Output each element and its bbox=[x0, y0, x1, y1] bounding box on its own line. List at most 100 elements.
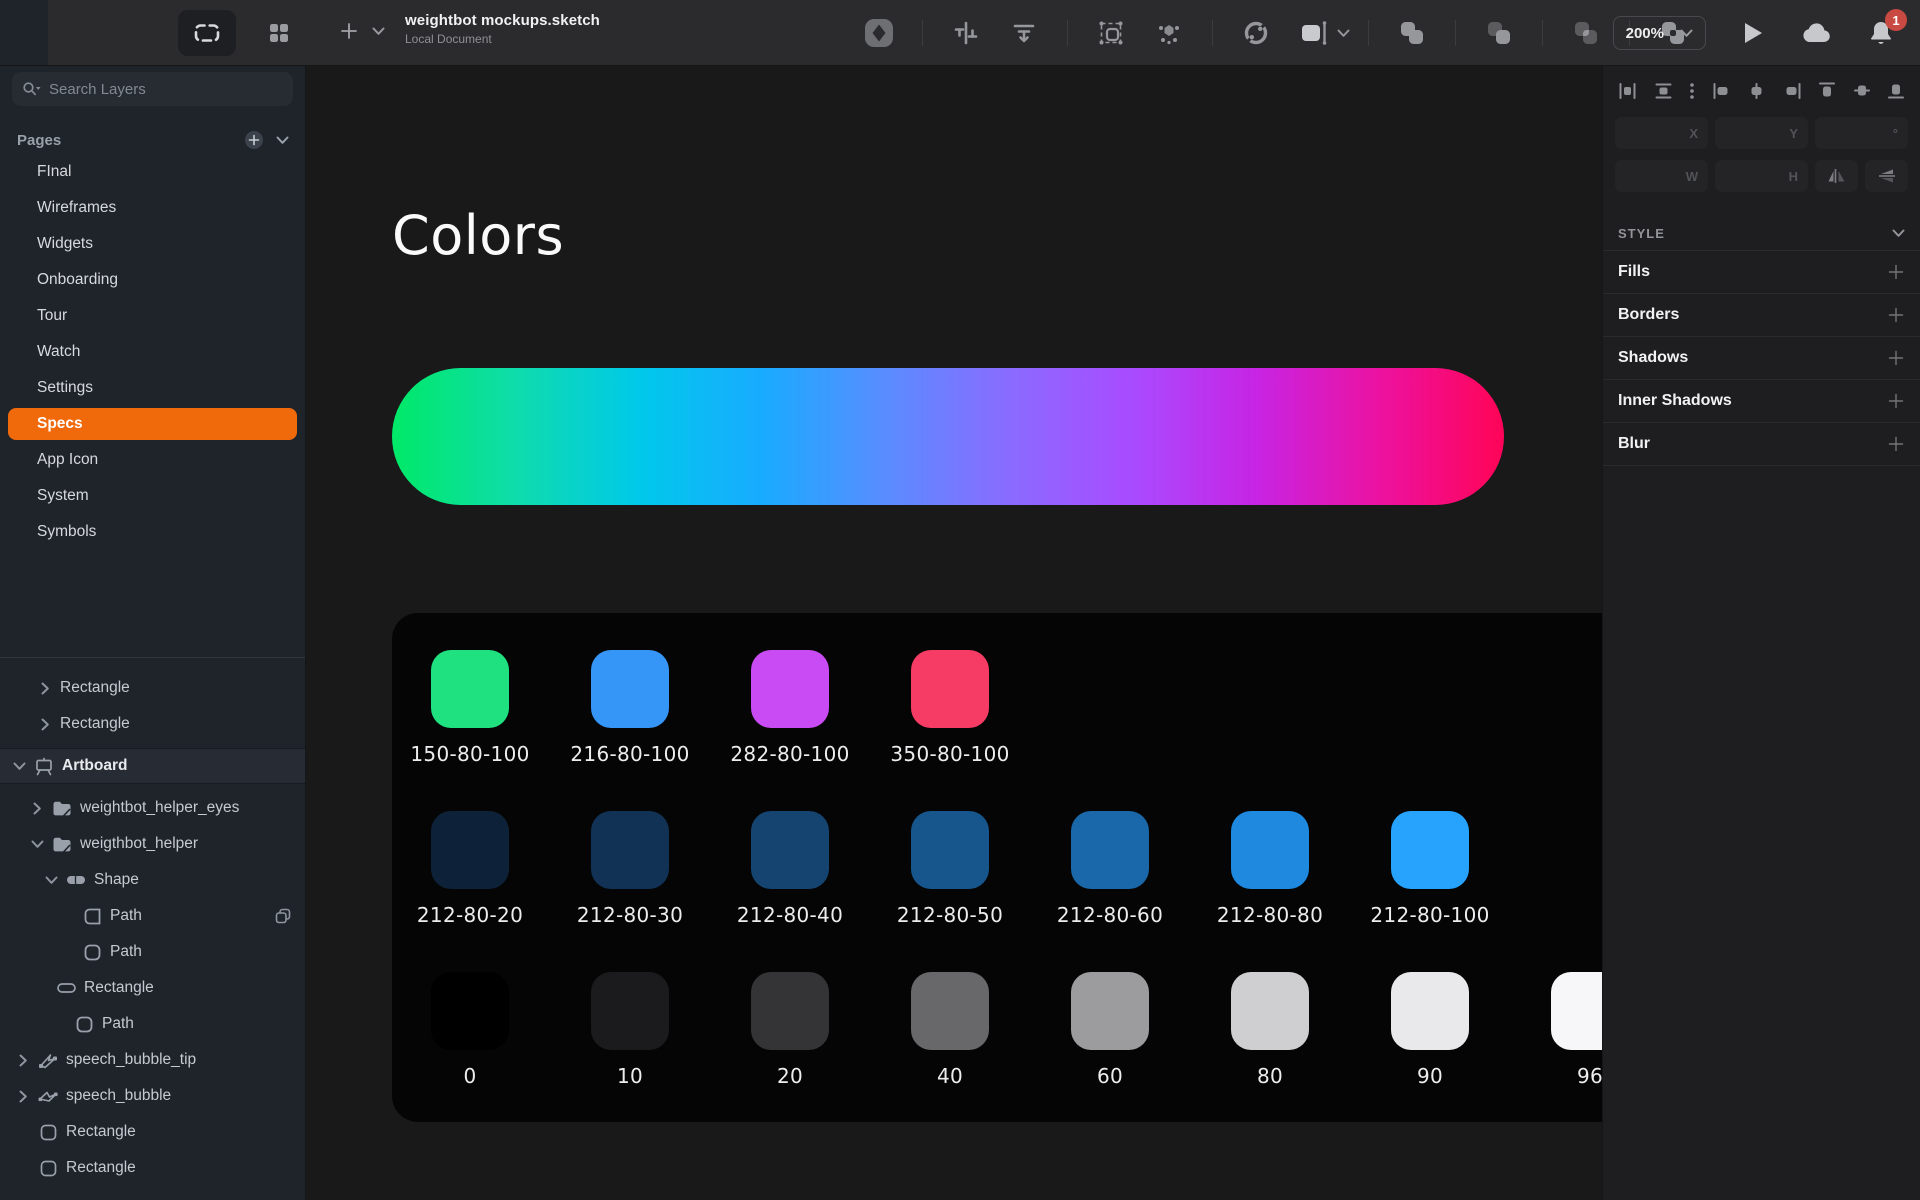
chevron-down-icon[interactable] bbox=[44, 876, 58, 885]
chevron-down-icon[interactable] bbox=[12, 762, 26, 771]
swatch-color[interactable] bbox=[431, 811, 509, 889]
distribute-horizontal-icon[interactable] bbox=[1619, 83, 1636, 99]
add-style-button[interactable] bbox=[1887, 306, 1905, 324]
chevron-right-icon[interactable] bbox=[38, 718, 52, 731]
add-style-button[interactable] bbox=[1887, 349, 1905, 367]
color-swatch-card[interactable]: 150-80-100 216-80-100 282-80-100 350-80-… bbox=[392, 613, 1602, 1122]
collapse-pages-button[interactable] bbox=[276, 136, 289, 145]
style-section-row[interactable]: Borders bbox=[1603, 293, 1920, 336]
color-swatch[interactable]: 282-80-100 bbox=[751, 650, 829, 768]
color-swatch[interactable]: 212-80-100 bbox=[1391, 811, 1469, 929]
x-position-field[interactable]: X bbox=[1615, 117, 1708, 149]
color-swatch[interactable]: 216-80-100 bbox=[591, 650, 669, 768]
swatch-color[interactable] bbox=[751, 972, 829, 1050]
layer-row[interactable]: weightbot_helper_eyes bbox=[0, 790, 305, 826]
distribute-vertical-icon[interactable] bbox=[1655, 83, 1672, 99]
toolbar-button[interactable] bbox=[1564, 11, 1608, 55]
layers-view-toggle[interactable] bbox=[178, 10, 236, 56]
sidebar-page-item[interactable]: App Icon bbox=[0, 442, 305, 478]
style-section-row[interactable]: Shadows bbox=[1603, 336, 1920, 379]
layer-row[interactable]: speech_bubble_tip bbox=[0, 1042, 305, 1078]
align-middle-vertical-icon[interactable] bbox=[1854, 82, 1870, 99]
zoom-select[interactable]: 200% bbox=[1613, 16, 1706, 50]
color-swatch[interactable]: 212-80-80 bbox=[1231, 811, 1309, 929]
swatch-color[interactable] bbox=[751, 650, 829, 728]
insert-button[interactable] bbox=[340, 22, 358, 40]
style-section-row[interactable]: Blur bbox=[1603, 422, 1920, 465]
layer-row[interactable]: speech_bubble bbox=[0, 1078, 305, 1114]
chevron-right-icon[interactable] bbox=[30, 802, 44, 815]
layer-row[interactable]: Path bbox=[0, 898, 305, 934]
layer-row[interactable]: Rectangle bbox=[0, 970, 305, 1006]
sidebar-page-item[interactable]: Tour bbox=[0, 298, 305, 334]
cloud-share-button[interactable] bbox=[1800, 16, 1834, 50]
color-swatch[interactable]: 20 bbox=[751, 972, 829, 1090]
swatch-color[interactable] bbox=[591, 650, 669, 728]
sidebar-page-item[interactable]: Watch bbox=[0, 334, 305, 370]
swatch-color[interactable] bbox=[1231, 972, 1309, 1050]
swatch-color[interactable] bbox=[591, 811, 669, 889]
align-bottom-icon[interactable] bbox=[1888, 82, 1904, 99]
add-page-button[interactable] bbox=[244, 130, 264, 150]
search-layers-input[interactable]: Search Layers bbox=[12, 72, 293, 106]
toolbar-button[interactable] bbox=[1002, 11, 1046, 55]
chevron-down-icon[interactable] bbox=[30, 840, 44, 849]
toolbar-button[interactable] bbox=[857, 11, 901, 55]
flip-vertical-button[interactable] bbox=[1865, 160, 1908, 192]
toolbar-button[interactable] bbox=[1390, 11, 1434, 55]
swatch-color[interactable] bbox=[591, 972, 669, 1050]
add-style-button[interactable] bbox=[1887, 435, 1905, 453]
layer-row[interactable]: Path bbox=[0, 1006, 305, 1042]
swatch-color[interactable] bbox=[911, 972, 989, 1050]
swatch-color[interactable] bbox=[911, 811, 989, 889]
preview-button[interactable] bbox=[1736, 16, 1770, 50]
chevron-right-icon[interactable] bbox=[38, 682, 52, 695]
swatch-color[interactable] bbox=[1231, 811, 1309, 889]
color-swatch[interactable]: 212-80-20 bbox=[431, 811, 509, 929]
height-field[interactable]: H bbox=[1715, 160, 1808, 192]
color-swatch[interactable]: 212-80-40 bbox=[751, 811, 829, 929]
width-field[interactable]: W bbox=[1615, 160, 1708, 192]
canvas[interactable]: Colors 150-80-100 216-80-100 282-80-100 … bbox=[306, 66, 1602, 1200]
sidebar-page-item[interactable]: Wireframes bbox=[0, 190, 305, 226]
more-options-icon[interactable] bbox=[1690, 83, 1694, 99]
toolbar-button[interactable] bbox=[1089, 11, 1133, 55]
layer-row[interactable]: Shape bbox=[0, 862, 305, 898]
toolbar-button[interactable] bbox=[944, 11, 988, 55]
swatch-color[interactable] bbox=[1071, 972, 1149, 1050]
swatch-color[interactable] bbox=[1391, 972, 1469, 1050]
add-style-button[interactable] bbox=[1887, 263, 1905, 281]
sidebar-page-item[interactable]: Onboarding bbox=[0, 262, 305, 298]
rotation-field[interactable]: ° bbox=[1815, 117, 1908, 149]
sidebar-page-item[interactable]: Widgets bbox=[0, 226, 305, 262]
swatch-color[interactable] bbox=[1391, 811, 1469, 889]
color-swatch[interactable]: 212-80-30 bbox=[591, 811, 669, 929]
sidebar-page-item[interactable]: Specs bbox=[8, 408, 297, 440]
gradient-bar[interactable] bbox=[392, 368, 1504, 505]
style-section-header[interactable]: STYLE bbox=[1603, 216, 1920, 250]
chevron-right-icon[interactable] bbox=[16, 1054, 30, 1067]
chevron-down-icon[interactable] bbox=[1337, 29, 1350, 38]
layer-row[interactable]: Rectangle bbox=[0, 1150, 305, 1186]
align-top-icon[interactable] bbox=[1819, 82, 1835, 99]
toolbar-button[interactable] bbox=[1292, 11, 1336, 55]
swatch-color[interactable] bbox=[751, 811, 829, 889]
color-swatch[interactable]: 212-80-60 bbox=[1071, 811, 1149, 929]
flip-horizontal-button[interactable] bbox=[1815, 160, 1858, 192]
layer-row[interactable]: Rectangle bbox=[0, 1114, 305, 1150]
color-swatch[interactable]: 60 bbox=[1071, 972, 1149, 1090]
align-center-horizontal-icon[interactable] bbox=[1748, 83, 1765, 99]
chevron-right-icon[interactable] bbox=[16, 1090, 30, 1103]
swatch-color[interactable] bbox=[1071, 811, 1149, 889]
sidebar-page-item[interactable]: System bbox=[0, 478, 305, 514]
style-section-row[interactable]: Fills bbox=[1603, 250, 1920, 293]
color-swatch[interactable]: 150-80-100 bbox=[431, 650, 509, 768]
y-position-field[interactable]: Y bbox=[1715, 117, 1808, 149]
toolbar-button[interactable] bbox=[1477, 11, 1521, 55]
layer-row[interactable]: weigthbot_helper bbox=[0, 826, 305, 862]
layer-row[interactable]: Path bbox=[0, 934, 305, 970]
align-right-icon[interactable] bbox=[1784, 83, 1801, 99]
sidebar-page-item[interactable]: Symbols bbox=[0, 514, 305, 550]
layer-row[interactable]: Rectangle bbox=[0, 670, 305, 706]
swatch-color[interactable] bbox=[911, 650, 989, 728]
